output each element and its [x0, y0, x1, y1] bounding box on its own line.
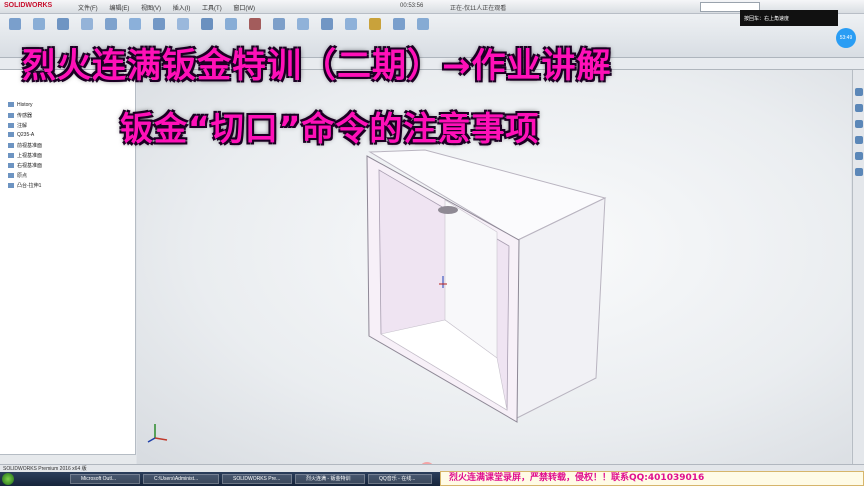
annotation-icon — [8, 123, 14, 129]
cross-break-icon[interactable] — [177, 18, 189, 30]
task-explorer[interactable]: C:\Users\Administ... — [143, 474, 219, 484]
solidworks-logo[interactable]: SOLIDWORKS — [4, 2, 52, 9]
sketched-bend-icon[interactable] — [153, 18, 165, 30]
task-outlook[interactable]: Microsoft Outl... — [70, 474, 140, 484]
video-title-line2: 钣金“切口”命令的注意事项 — [120, 109, 540, 148]
tree-item-material[interactable]: Q235-A — [8, 132, 34, 138]
appearances-icon[interactable] — [855, 152, 863, 160]
plane-icon — [8, 153, 14, 159]
edge-flange-icon[interactable] — [57, 18, 69, 30]
tree-item-history[interactable]: History — [8, 102, 33, 108]
menu-tools[interactable]: 工具(T) — [202, 6, 222, 12]
jog-icon[interactable] — [129, 18, 141, 30]
menu-window[interactable]: 窗口(W) — [233, 6, 255, 12]
task-qq-music[interactable]: QQ音乐 - 在线... — [368, 474, 432, 484]
menu-view[interactable]: 视图(V) — [141, 6, 161, 12]
miter-flange-icon[interactable] — [81, 18, 93, 30]
view-triad-icon — [147, 424, 168, 443]
speed-notification: 按回车：右上角速度 — [740, 10, 838, 26]
corners-icon[interactable] — [201, 18, 213, 30]
simple-hole-icon[interactable] — [273, 18, 285, 30]
tree-item-front-plane[interactable]: 前视基准面 — [8, 142, 42, 149]
tree-item-top-plane[interactable]: 上视基准面 — [8, 152, 42, 159]
menu-file[interactable]: 文件(F) — [78, 6, 98, 12]
tree-item-sensors[interactable]: 传感器 — [8, 112, 32, 119]
sensor-icon — [8, 113, 14, 119]
video-title-line1: 烈火连满钣金特训（二期）→作业讲解 — [22, 46, 612, 86]
start-button[interactable] — [2, 473, 14, 485]
plane-icon — [8, 163, 14, 169]
extrude-icon — [8, 183, 14, 189]
tree-item-origin[interactable]: 原点 — [8, 172, 27, 179]
resources-icon[interactable] — [855, 88, 863, 96]
material-icon — [8, 132, 14, 138]
task-solidworks[interactable]: SOLIDWORKS Pre... — [222, 474, 292, 484]
rip-icon[interactable] — [417, 18, 429, 30]
origin-icon — [8, 173, 14, 179]
recording-timer: 00:53:56 — [400, 3, 424, 9]
base-flange-icon[interactable] — [9, 18, 21, 30]
tree-item-annotations[interactable]: 注解 — [8, 122, 27, 129]
extruded-cut-icon[interactable] — [249, 18, 261, 30]
vent-icon[interactable] — [297, 18, 309, 30]
tree-item-extrude[interactable]: 凸台-拉伸1 — [8, 182, 41, 189]
view-palette-icon[interactable] — [855, 136, 863, 144]
hem-icon[interactable] — [105, 18, 117, 30]
model-tabs[interactable] — [0, 454, 136, 464]
live-viewers: 正在-仅11人正在观看 — [450, 6, 507, 12]
tree-item-right-plane[interactable]: 右视基准面 — [8, 162, 42, 169]
menu-insert[interactable]: 插入(I) — [173, 6, 191, 12]
no-bends-icon[interactable] — [393, 18, 405, 30]
task-live[interactable]: 烈火连满 - 钣金特训 — [295, 474, 365, 484]
history-icon — [8, 102, 14, 108]
watermark-banner: 烈火连满课堂录屏，严禁转载，侵权！！联系QQ:401039016 — [440, 471, 864, 486]
unfold-icon[interactable] — [321, 18, 333, 30]
custom-properties-icon[interactable] — [855, 168, 863, 176]
design-library-icon[interactable] — [855, 104, 863, 112]
plane-icon — [8, 143, 14, 149]
forming-tool-icon[interactable] — [225, 18, 237, 30]
title-bar: SOLIDWORKS 文件(F) 编辑(E) 视图(V) 插入(I) 工具(T)… — [0, 0, 864, 14]
menu-edit[interactable]: 编辑(E) — [109, 6, 129, 12]
file-explorer-icon[interactable] — [855, 120, 863, 128]
fold-icon[interactable] — [345, 18, 357, 30]
flatten-icon[interactable] — [369, 18, 381, 30]
timer-badge: 53:49 — [836, 28, 856, 48]
menu-bar: 文件(F) 编辑(E) 视图(V) 插入(I) 工具(T) 窗口(W) — [78, 3, 265, 12]
convert-sheet-metal-icon[interactable] — [33, 18, 45, 30]
feature-manager-tree: History 传感器 注解 Q235-A 前视基准面 上视基准面 右视基准面 … — [0, 70, 136, 454]
task-pane — [852, 70, 864, 464]
